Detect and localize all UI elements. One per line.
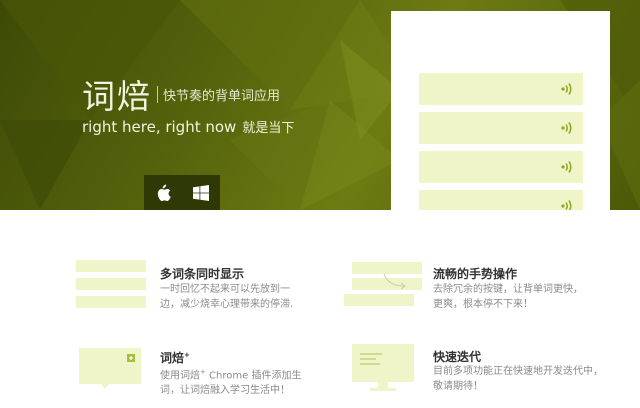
sound-wave-icon: [561, 200, 572, 210]
feature-desc-multi-entry: 一时回忆不起来可以先放到一 边，减少烧幸心理带来的停滞.: [160, 284, 294, 310]
monitor-illustration: [352, 344, 414, 391]
app-brand: 词焙: [82, 77, 152, 116]
feature-title-iteration: 快速迭代: [433, 350, 482, 364]
app-preview-mockup: [391, 11, 610, 210]
feature-title-plugin: 词焙+: [160, 351, 190, 365]
platform-buttons: [144, 175, 220, 210]
sound-wave-icon: [561, 83, 572, 95]
app-tagline: 快节奏的背单词应用: [163, 89, 281, 104]
word-card[interactable]: [419, 112, 583, 144]
feature-desc-plugin: 使用词焙+ Chrome 插件添加生 词，让词焙融入学习生活中！: [160, 368, 302, 397]
hero-banner: 词焙 快节奏的背单词应用 right here, right now 就是当下: [0, 0, 640, 210]
slogan-english: right here, right now: [82, 118, 237, 136]
word-card[interactable]: [419, 151, 583, 183]
windows-icon: [193, 184, 209, 201]
multi-entry-illustration: [76, 260, 146, 308]
apple-icon: [157, 184, 171, 201]
slogan: right here, right now 就是当下: [82, 117, 294, 136]
brand-divider: [157, 86, 158, 103]
word-card[interactable]: [419, 190, 583, 210]
gesture-illustration: [344, 262, 422, 306]
feature-desc-gestures: 去除冗余的按键，让背单词更快， 更爽，根本停不下来！: [433, 284, 583, 310]
apple-download-button[interactable]: [144, 175, 182, 210]
slogan-chinese: 就是当下: [242, 121, 295, 136]
feature-title-gestures: 流畅的手势操作: [433, 267, 518, 281]
sound-wave-icon: [561, 122, 572, 134]
sound-wave-icon: [561, 161, 572, 173]
plugin-popup-illustration: [79, 348, 141, 389]
windows-download-button[interactable]: [182, 175, 220, 210]
feature-title-multi-entry: 多词条同时显示: [160, 267, 245, 281]
word-card[interactable]: [419, 73, 583, 105]
feature-desc-iteration: 目前多项功能正在快速地开发迭代中， 敬请期待！: [433, 366, 603, 392]
